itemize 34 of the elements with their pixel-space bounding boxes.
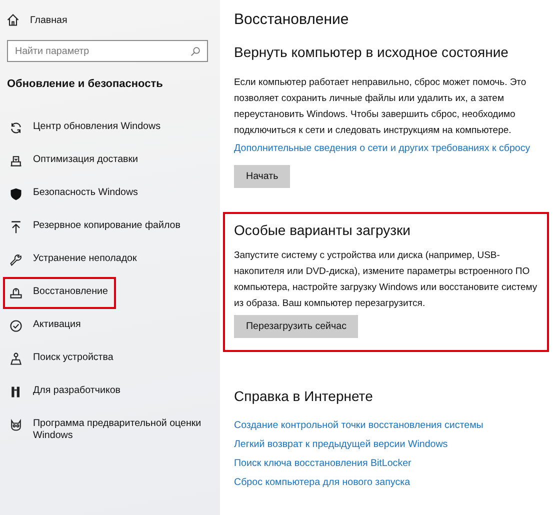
search-icon xyxy=(190,46,201,57)
sidebar-item[interactable]: Оптимизация доставки xyxy=(3,145,146,177)
page-title: Восстановление xyxy=(234,11,350,28)
wrench-icon xyxy=(9,253,23,267)
help-link[interactable]: Сброс компьютера для нового запуска xyxy=(234,476,410,489)
backup-icon xyxy=(9,220,23,234)
sidebar-item[interactable]: Устранение неполадок xyxy=(3,244,145,276)
help-link[interactable]: Создание контрольной точки восстановления системы xyxy=(234,419,484,432)
action-button[interactable]: Начать xyxy=(234,165,290,188)
section-heading: Обновление и безопасность xyxy=(7,78,164,90)
sidebar-item[interactable]: Поиск устройства xyxy=(3,343,122,375)
sidebar-item[interactable]: Восстановление xyxy=(3,277,116,309)
help-link[interactable]: Легкий возврат к предыдущей версии Windows xyxy=(234,438,448,451)
sidebar-item[interactable]: Резервное копирование файлов xyxy=(3,211,188,243)
description-text: Запустите систему с устройства или диска (например, USB- накопителя или DVD-диска), измените параметры встроенного ПО компьютера, настройте загрузку Windows или восстановите систему из образа. Ваш компьютер перезагрузится. xyxy=(234,249,538,311)
sync-icon xyxy=(9,121,23,135)
description-text: Если компьютер работает неправильно, сброс может помочь. Это позволяет сохранить личные файлы или удалить их, а затем переустановить Windows. Чтобы завершить сброс, необходимо подключиться к сети и следовать инструкциям на компьютере. xyxy=(234,76,526,138)
action-button[interactable]: Перезагрузить сейчас xyxy=(234,315,358,338)
restore-icon xyxy=(9,286,23,300)
section-title: Вернуть компьютер в исходное состояние xyxy=(234,44,510,60)
shield-icon xyxy=(9,187,23,201)
home-icon xyxy=(6,13,20,27)
sidebar-item[interactable]: Безопасность Windows xyxy=(3,178,146,210)
home-link[interactable]: Главная xyxy=(0,10,74,30)
sidebar-item[interactable]: Центр обновления Windows xyxy=(3,112,168,144)
help-title: Справка в Интернете xyxy=(234,388,374,404)
search-field[interactable]: Найти параметр xyxy=(7,40,208,62)
help-link[interactable]: Поиск ключа восстановления BitLocker xyxy=(234,457,412,470)
sidebar-item[interactable]: Программа предварительной оценки Windows xyxy=(3,409,219,451)
details-link[interactable]: Дополнительные сведения о сети и других требованиях к сбросу xyxy=(234,142,530,155)
sidebar-item[interactable]: Активация xyxy=(3,310,89,342)
check-icon xyxy=(9,319,23,333)
section-title: Особые варианты загрузки xyxy=(234,222,412,238)
sidebar-item[interactable]: Для разработчиков xyxy=(3,376,129,408)
